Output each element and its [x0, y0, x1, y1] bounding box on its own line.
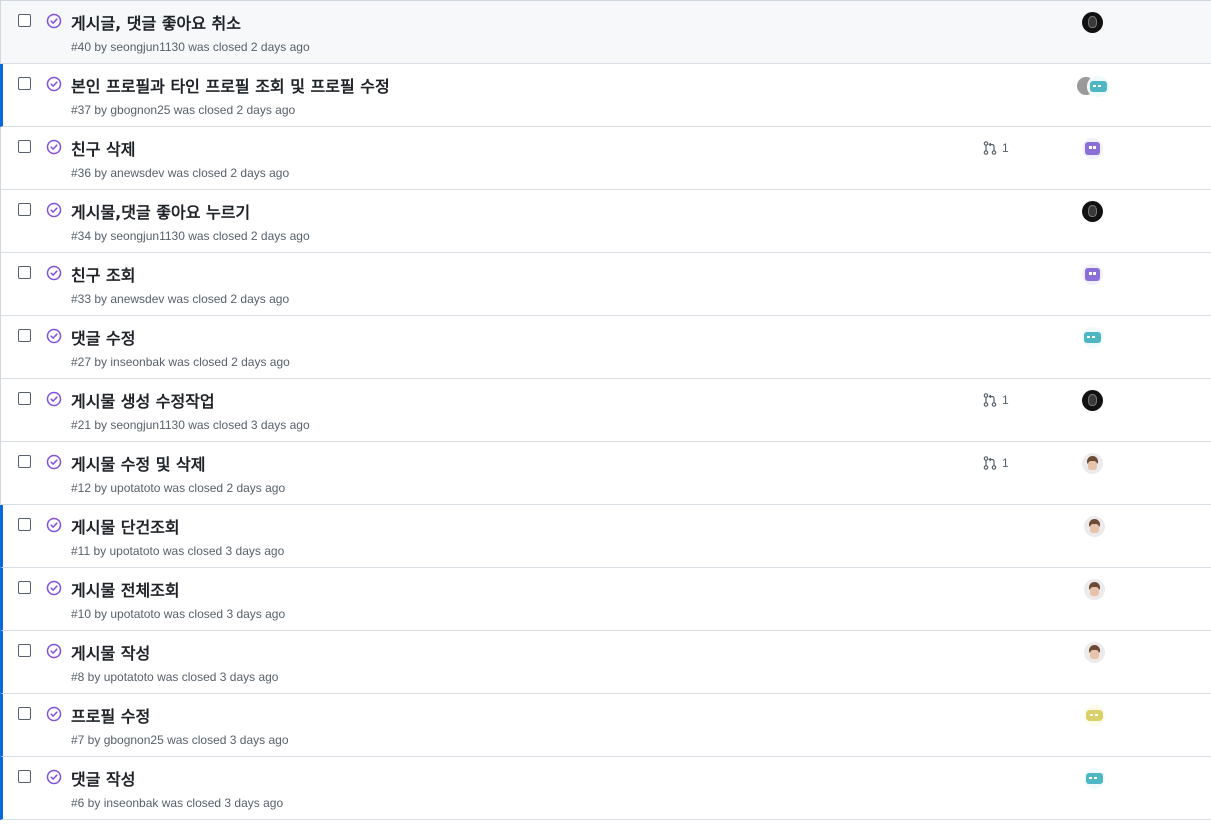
- issue-row[interactable]: 친구 삭제 #36 by anewsdev was closed 2 days …: [0, 127, 1211, 190]
- issue-checkbox[interactable]: [18, 644, 31, 657]
- issue-meta: #40 by seongjun1130 was closed 2 days ag…: [71, 40, 310, 54]
- issue-meta: #12 by upotatoto was closed 2 days ago: [71, 481, 286, 495]
- issue-closed-icon: [46, 265, 62, 281]
- assignee-avatar[interactable]: [1087, 75, 1110, 98]
- linked-pr-number: 1: [1002, 393, 1009, 407]
- assignee-avatar[interactable]: [1082, 327, 1103, 348]
- git-pull-request-icon: [983, 456, 997, 470]
- linked-pr-count[interactable]: 1: [982, 455, 1009, 471]
- issue-row[interactable]: 댓글 작성 #6 by inseonbak was closed 3 days …: [0, 757, 1211, 820]
- issue-closed-icon: [46, 76, 62, 92]
- issue-checkbox[interactable]: [18, 266, 31, 279]
- issue-meta: #36 by anewsdev was closed 2 days ago: [71, 166, 290, 180]
- assignee-avatar[interactable]: [1082, 453, 1103, 474]
- assignee-avatar[interactable]: [1084, 516, 1105, 537]
- issue-title[interactable]: 게시물 생성 수정작업: [71, 388, 215, 412]
- assignee-avatar[interactable]: [1084, 768, 1105, 789]
- git-pull-request-icon: [983, 393, 997, 407]
- issue-checkbox[interactable]: [18, 203, 31, 216]
- assignee-avatar[interactable]: [1082, 264, 1103, 285]
- assignee-avatar[interactable]: [1082, 201, 1103, 222]
- issue-meta: #37 by gbognon25 was closed 2 days ago: [71, 103, 296, 117]
- linked-pr-number: 1: [1002, 456, 1009, 470]
- issue-title[interactable]: 게시물 단건조회: [71, 514, 180, 538]
- git-pull-request-icon: [983, 141, 997, 155]
- issue-closed-icon: [46, 139, 62, 155]
- linked-pr-number: 1: [1002, 141, 1009, 155]
- issue-checkbox[interactable]: [18, 140, 31, 153]
- issue-meta: #21 by seongjun1130 was closed 3 days ag…: [71, 418, 310, 432]
- issue-row[interactable]: 게시물 전체조회 #10 by upotatoto was closed 3 d…: [0, 568, 1211, 631]
- issue-closed-icon: [46, 517, 62, 533]
- issue-closed-icon: [46, 202, 62, 218]
- issue-meta: #27 by inseonbak was closed 2 days ago: [71, 355, 290, 369]
- issue-row[interactable]: 댓글 수정 #27 by inseonbak was closed 2 days…: [0, 316, 1211, 379]
- issue-row[interactable]: 게시물 작성 #8 by upotatoto was closed 3 days…: [0, 631, 1211, 694]
- issue-checkbox[interactable]: [18, 77, 31, 90]
- issue-checkbox[interactable]: [18, 14, 31, 27]
- issue-title[interactable]: 댓글 수정: [71, 325, 135, 349]
- assignee-avatar[interactable]: [1084, 705, 1105, 726]
- assignee-avatar[interactable]: [1082, 12, 1103, 33]
- issue-title[interactable]: 프로필 수정: [71, 703, 150, 727]
- assignee-avatar[interactable]: [1082, 390, 1103, 411]
- issue-list: 게시글, 댓글 좋아요 취소 #40 by seongjun1130 was c…: [0, 0, 1211, 820]
- issue-closed-icon: [46, 643, 62, 659]
- issue-row[interactable]: 본인 프로필과 타인 프로필 조회 및 프로필 수정 #37 by gbogno…: [0, 64, 1211, 127]
- issue-row[interactable]: 친구 조회 #33 by anewsdev was closed 2 days …: [0, 253, 1211, 316]
- issue-closed-icon: [46, 328, 62, 344]
- linked-pr-count[interactable]: 1: [982, 140, 1009, 156]
- issue-title[interactable]: 게시물 작성: [71, 640, 150, 664]
- issue-checkbox[interactable]: [18, 518, 31, 531]
- assignee-avatar[interactable]: [1084, 642, 1105, 663]
- issue-title[interactable]: 게시물 전체조회: [71, 577, 180, 601]
- issue-title[interactable]: 게시글, 댓글 좋아요 취소: [71, 10, 241, 34]
- linked-pr-count[interactable]: 1: [982, 392, 1009, 408]
- issue-closed-icon: [46, 580, 62, 596]
- assignee-avatar[interactable]: [1084, 579, 1105, 600]
- issue-closed-icon: [46, 13, 62, 29]
- issue-meta: #7 by gbognon25 was closed 3 days ago: [71, 733, 289, 747]
- issue-title[interactable]: 게시물 수정 및 삭제: [71, 451, 205, 475]
- issue-meta: #8 by upotatoto was closed 3 days ago: [71, 670, 279, 684]
- issue-meta: #34 by seongjun1130 was closed 2 days ag…: [71, 229, 310, 243]
- issue-row[interactable]: 게시물,댓글 좋아요 누르기 #34 by seongjun1130 was c…: [0, 190, 1211, 253]
- issue-row[interactable]: 게시물 수정 및 삭제 #12 by upotatoto was closed …: [0, 442, 1211, 505]
- issue-title[interactable]: 댓글 작성: [71, 766, 135, 790]
- issue-checkbox[interactable]: [18, 329, 31, 342]
- assignee-avatar[interactable]: [1082, 138, 1103, 159]
- issue-row[interactable]: 게시글, 댓글 좋아요 취소 #40 by seongjun1130 was c…: [0, 0, 1211, 64]
- issue-meta: #10 by upotatoto was closed 3 days ago: [71, 607, 286, 621]
- issue-row[interactable]: 프로필 수정 #7 by gbognon25 was closed 3 days…: [0, 694, 1211, 757]
- issue-closed-icon: [46, 706, 62, 722]
- issue-closed-icon: [46, 391, 62, 407]
- issue-row[interactable]: 게시물 생성 수정작업 #21 by seongjun1130 was clos…: [0, 379, 1211, 442]
- issue-title[interactable]: 친구 삭제: [71, 136, 135, 160]
- issue-meta: #11 by upotatoto was closed 3 days ago: [71, 544, 285, 558]
- issue-closed-icon: [46, 454, 62, 470]
- issue-meta: #33 by anewsdev was closed 2 days ago: [71, 292, 290, 306]
- issue-meta: #6 by inseonbak was closed 3 days ago: [71, 796, 284, 810]
- issue-checkbox[interactable]: [18, 770, 31, 783]
- issue-title[interactable]: 친구 조회: [71, 262, 135, 286]
- issue-checkbox[interactable]: [18, 392, 31, 405]
- issue-title[interactable]: 게시물,댓글 좋아요 누르기: [71, 199, 250, 223]
- issue-checkbox[interactable]: [18, 707, 31, 720]
- issue-row[interactable]: 게시물 단건조회 #11 by upotatoto was closed 3 d…: [0, 505, 1211, 568]
- issue-checkbox[interactable]: [18, 581, 31, 594]
- issue-closed-icon: [46, 769, 62, 785]
- issue-title[interactable]: 본인 프로필과 타인 프로필 조회 및 프로필 수정: [71, 73, 390, 97]
- issue-checkbox[interactable]: [18, 455, 31, 468]
- assignee-avatar-stack[interactable]: [1075, 75, 1110, 98]
